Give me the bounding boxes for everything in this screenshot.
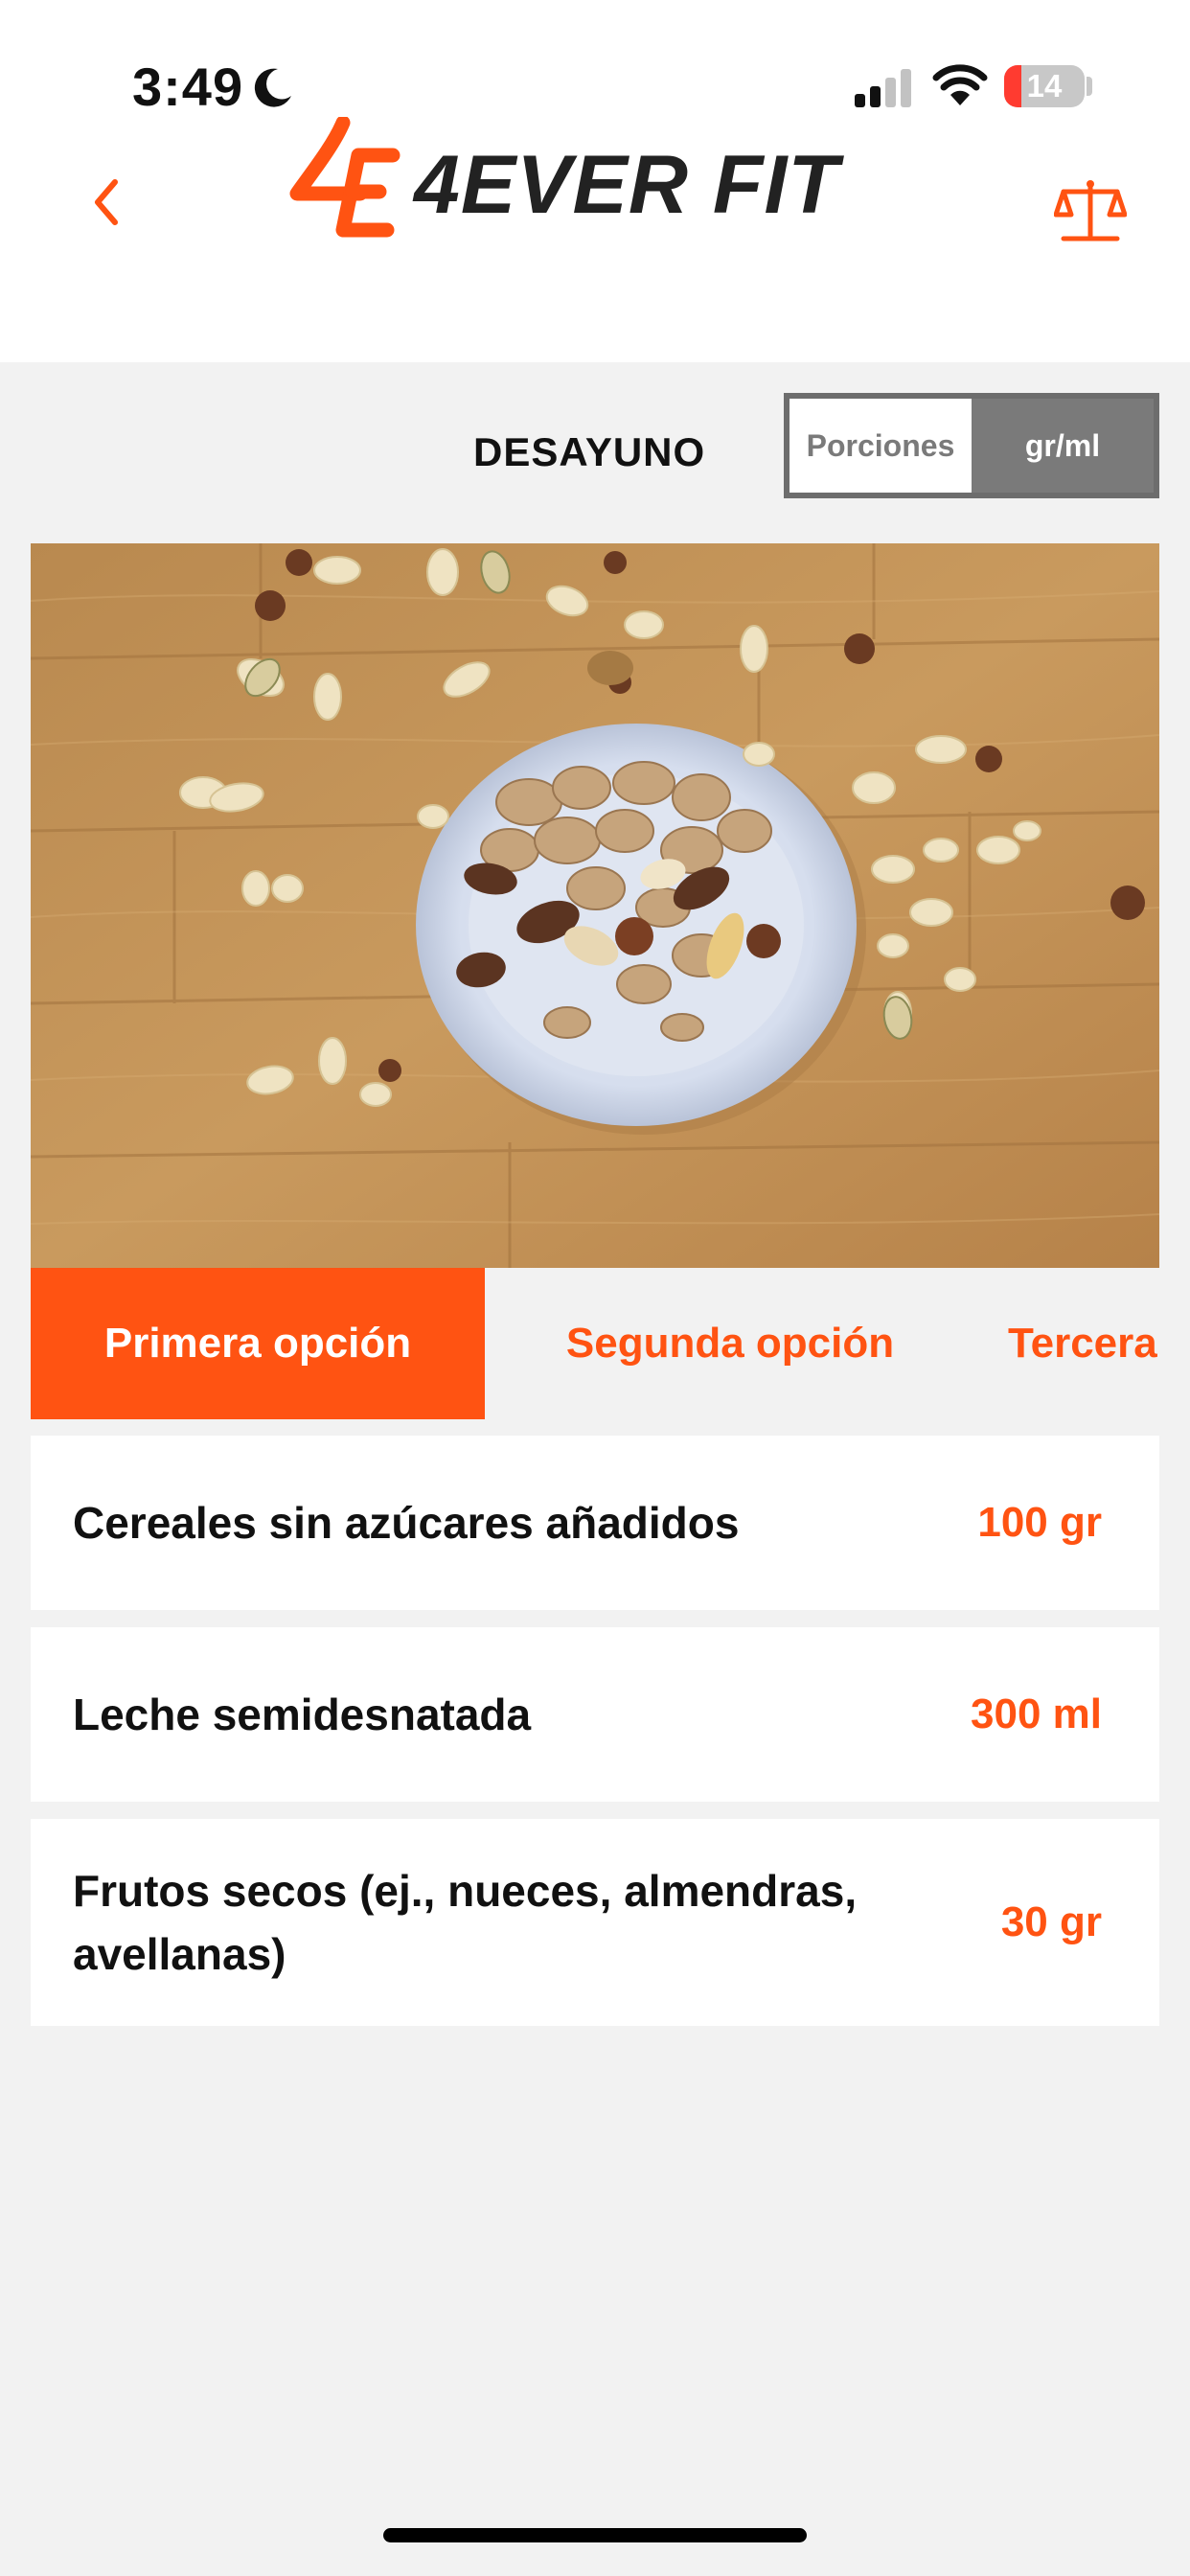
moon-icon — [254, 68, 291, 107]
wifi-icon — [932, 64, 988, 105]
battery-icon: 14 — [1004, 65, 1085, 107]
units-toggle[interactable]: Porciones gr/ml — [784, 393, 1159, 498]
ingredient-name: Cereales sin azúcares añadidos — [73, 1498, 740, 1548]
toggle-gr-ml[interactable]: gr/ml — [972, 399, 1154, 493]
home-indicator — [383, 2528, 807, 2542]
tab-segunda-opcion[interactable]: Segunda opción — [485, 1268, 975, 1419]
scale-icon[interactable] — [1054, 178, 1127, 245]
ingredient-name: Leche semidesnatada — [73, 1690, 532, 1739]
signal-icon — [855, 69, 911, 107]
tab-primera-opcion[interactable]: Primera opción — [31, 1268, 485, 1419]
app-header-area: 3:49 14 4EVER FIT — [0, 0, 1190, 362]
meal-photo — [31, 543, 1159, 1268]
ingredient-row: Frutos secos (ej., nueces, almendras, av… — [31, 1819, 1159, 2026]
option-tabs: Primera opción Segunda opción Tercera op… — [31, 1268, 1159, 1419]
battery-level: 14 — [1026, 68, 1063, 104]
status-time: 3:49 — [132, 57, 244, 117]
ingredient-row: Leche semidesnatada 300 ml — [31, 1627, 1159, 1802]
meal-title: DESAYUNO — [473, 429, 706, 474]
ingredient-row: Cereales sin azúcares añadidos 100 gr — [31, 1436, 1159, 1610]
ingredient-list: Cereales sin azúcares añadidos 100 gr Le… — [31, 1436, 1159, 2043]
ingredient-name: Frutos secos (ej., nueces, almendras, av… — [73, 1866, 858, 1979]
toggle-porciones[interactable]: Porciones — [790, 399, 972, 493]
back-chevron-icon[interactable] — [92, 178, 121, 226]
ingredient-qty: 100 gr — [977, 1499, 1102, 1546]
ingredient-qty: 30 gr — [1000, 1898, 1102, 1945]
ingredient-qty: 300 ml — [971, 1690, 1102, 1737]
battery-cap — [1087, 77, 1092, 96]
tab-tercera-opcion[interactable]: Tercera opción — [979, 1268, 1159, 1419]
logo-mark — [289, 117, 400, 238]
logo-wordmark: 4EVER FIT — [414, 139, 839, 231]
